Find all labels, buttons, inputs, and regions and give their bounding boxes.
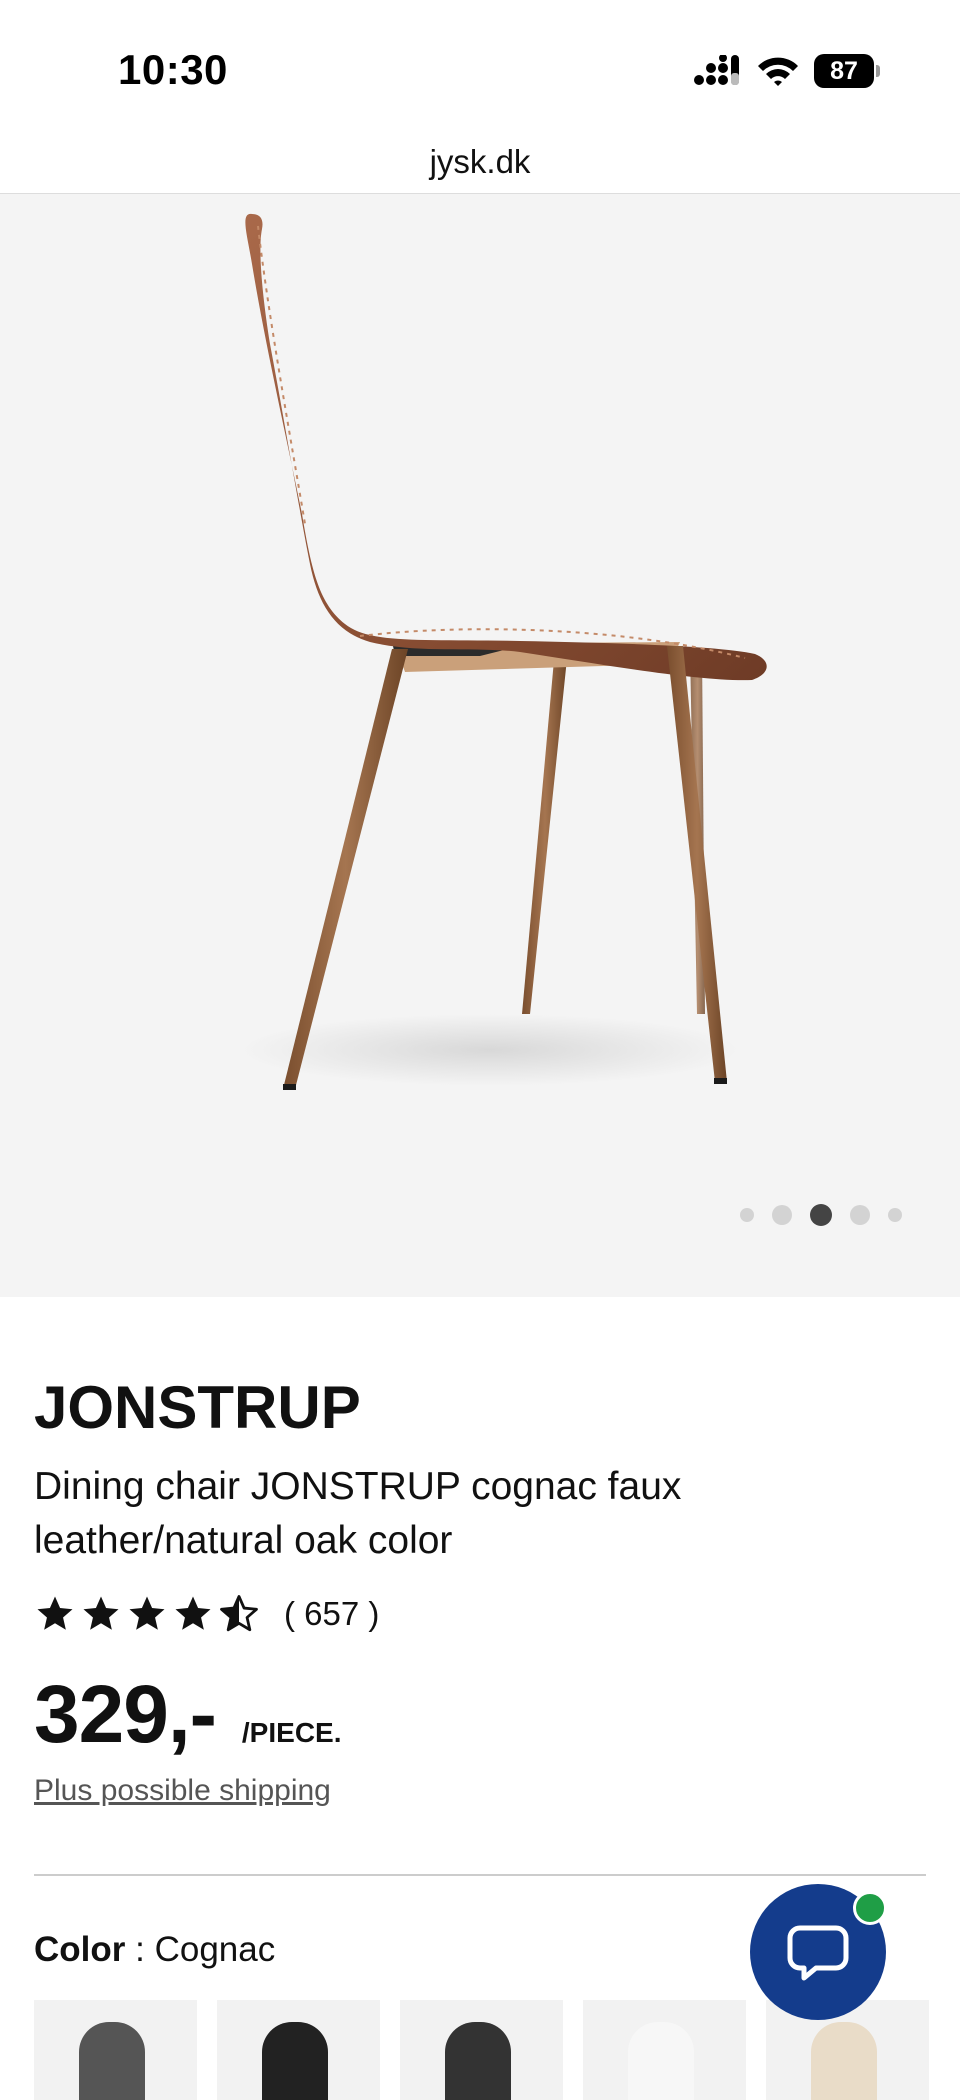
color-label: Color xyxy=(34,1930,126,1969)
color-selected-value: Cognac xyxy=(154,1930,276,1969)
gallery-dot[interactable] xyxy=(772,1205,792,1225)
section-divider xyxy=(34,1874,926,1876)
color-swatch[interactable] xyxy=(766,2000,929,2100)
shipping-link[interactable]: Plus possible shipping xyxy=(34,1774,331,1808)
swatch-chair-image xyxy=(79,2022,145,2100)
star-full-icon xyxy=(129,1596,165,1630)
star-full-icon xyxy=(83,1596,119,1630)
gallery-pagination xyxy=(740,1204,902,1226)
color-swatch[interactable] xyxy=(217,2000,380,2100)
battery-tip xyxy=(876,65,880,77)
product-rating[interactable]: ( 657 ) xyxy=(34,1593,379,1635)
price-unit: /PIECE. xyxy=(241,1717,342,1748)
swatch-chair-image xyxy=(262,2022,328,2100)
star-full-icon xyxy=(175,1596,211,1630)
star-half-icon xyxy=(220,1595,258,1632)
swatch-chair-image xyxy=(445,2022,511,2100)
status-icons: 87 xyxy=(694,52,880,90)
color-selector-label: Color : Cognac xyxy=(34,1930,275,1970)
gallery-dot[interactable] xyxy=(888,1208,902,1222)
product-image xyxy=(240,213,767,1090)
battery-level: 87 xyxy=(814,54,874,88)
swatch-chair-image xyxy=(811,2022,877,2100)
browser-url-bar[interactable]: jysk.dk xyxy=(0,130,960,194)
url-text: jysk.dk xyxy=(429,142,531,180)
battery-icon: 87 xyxy=(814,54,880,88)
color-separator: : xyxy=(125,1930,155,1969)
chat-bubble-icon xyxy=(787,1925,849,1981)
product-brand: JONSTRUP xyxy=(34,1374,361,1441)
star-full-icon xyxy=(37,1596,73,1630)
status-time: 10:30 xyxy=(118,46,228,93)
product-title: Dining chair JONSTRUP cognac faux leathe… xyxy=(34,1465,682,1562)
signal-icon xyxy=(694,55,739,85)
product-price: 329,- xyxy=(34,1669,217,1760)
gallery-dot[interactable] xyxy=(740,1208,754,1222)
color-swatch[interactable] xyxy=(400,2000,563,2100)
review-count[interactable]: ( 657 ) xyxy=(284,1595,379,1633)
gallery-dot-active[interactable] xyxy=(810,1204,832,1226)
status-bar: 10:30 87 xyxy=(0,0,960,130)
product-image-gallery[interactable] xyxy=(0,194,960,1297)
gallery-dot[interactable] xyxy=(850,1205,870,1225)
wifi-icon xyxy=(758,57,798,86)
chat-online-badge xyxy=(853,1891,887,1925)
price-row: 329,- /PIECE. xyxy=(34,1668,342,1762)
swatch-chair-image xyxy=(628,2022,694,2100)
color-swatch[interactable] xyxy=(34,2000,197,2100)
color-swatch[interactable] xyxy=(583,2000,746,2100)
